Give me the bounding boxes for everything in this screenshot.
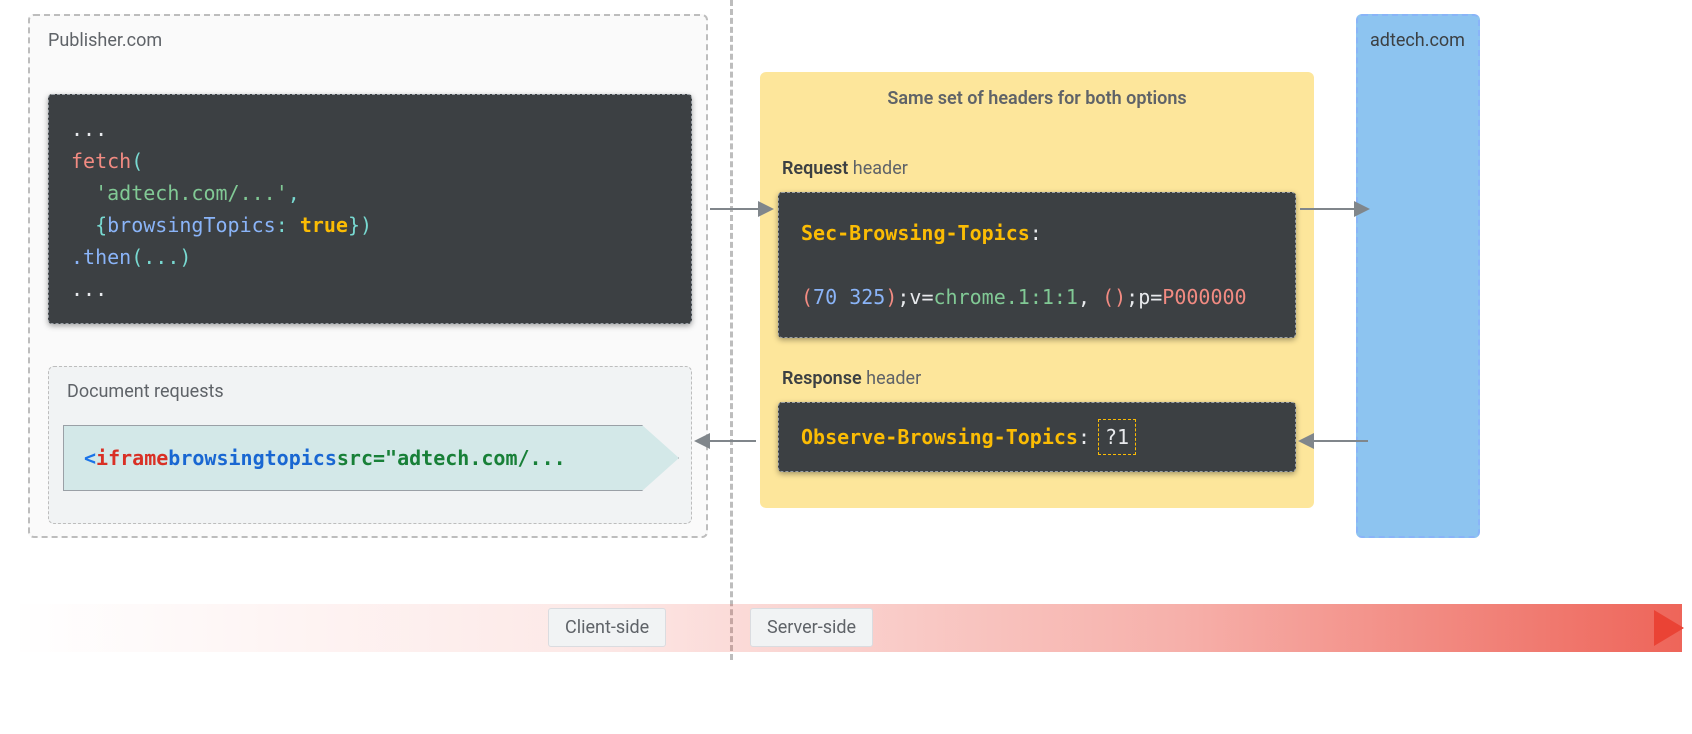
resp-colon: : — [1078, 425, 1090, 449]
code-dots: ... — [71, 117, 107, 141]
req-semip: ;p= — [1126, 285, 1162, 309]
code-fetch: fetch — [71, 149, 131, 173]
iframe-eq: = — [373, 446, 385, 470]
req-vval: chrome.1:1:1 — [933, 285, 1078, 309]
request-header-block: Sec-Browsing-Topics: (70 325);v=chrome.1… — [778, 192, 1296, 338]
req-colon: : — [1030, 221, 1042, 245]
iframe-src-val: "adtech.com/... — [385, 446, 566, 470]
arrow-headers-to-publisher — [696, 440, 756, 442]
publisher-label: Publisher.com — [48, 30, 162, 51]
response-header-label: Response header — [782, 368, 921, 389]
client-side-label: Client-side — [548, 608, 666, 647]
adtech-label: adtech.com — [1370, 30, 1465, 51]
code-then: .then — [71, 245, 131, 269]
code-url: 'adtech.com/...' — [95, 181, 288, 205]
code-paren: ( — [131, 149, 143, 173]
request-header-label: Request header — [782, 158, 908, 179]
headers-title: Same set of headers for both options — [760, 72, 1314, 109]
code-brace: { — [95, 213, 107, 237]
code-opt-val: true — [300, 213, 348, 237]
code-paren-close: ) — [360, 213, 372, 237]
resp-header-name: Observe-Browsing-Topics — [801, 425, 1078, 449]
req-header-name: Sec-Browsing-Topics — [801, 221, 1030, 245]
document-requests-label: Document requests — [67, 381, 224, 402]
server-side-label: Server-side — [750, 608, 873, 647]
arrow-publisher-to-headers — [710, 208, 772, 210]
req-p4: ) — [1114, 285, 1126, 309]
iframe-attr: browsingtopics — [168, 446, 337, 470]
iframe-tag: iframe — [96, 446, 168, 470]
code-brace-close: } — [348, 213, 360, 237]
arrow-headers-to-adtech — [1300, 208, 1368, 210]
document-requests-panel: Document requests <iframe browsingtopics… — [48, 366, 692, 524]
req-semiv: ;v= — [897, 285, 933, 309]
req-p3: ( — [1102, 285, 1114, 309]
response-header-block: Observe-Browsing-Topics: ?1 — [778, 402, 1296, 472]
publisher-panel: Publisher.com ... fetch( 'adtech.com/...… — [28, 14, 708, 538]
code-opt-key: browsingTopics — [107, 213, 276, 237]
adtech-panel: adtech.com — [1356, 14, 1480, 538]
arrow-adtech-to-headers — [1300, 440, 1368, 442]
diagram-canvas: Publisher.com ... fetch( 'adtech.com/...… — [0, 0, 1692, 734]
iframe-lt: < — [84, 446, 96, 470]
code-dots2: ... — [71, 277, 107, 301]
req-pval: P000000 — [1162, 285, 1246, 309]
req-n2: 325 — [849, 285, 885, 309]
client-server-divider — [730, 0, 733, 660]
code-colon: : — [276, 213, 300, 237]
iframe-src-attr: src — [337, 446, 373, 470]
req-sp — [837, 285, 849, 309]
req-n1: 70 — [813, 285, 837, 309]
req-p1: ( — [801, 285, 813, 309]
iframe-tag-block: <iframe browsingtopics src="adtech.com/.… — [63, 425, 679, 491]
req-comma: , — [1078, 285, 1102, 309]
req-p2: ) — [885, 285, 897, 309]
resp-header-value: ?1 — [1098, 419, 1136, 455]
code-then-args: (...) — [131, 245, 191, 269]
fetch-code-block: ... fetch( 'adtech.com/...', {browsingTo… — [48, 94, 692, 324]
code-comma: , — [288, 181, 300, 205]
headers-panel: Same set of headers for both options Req… — [760, 72, 1314, 508]
